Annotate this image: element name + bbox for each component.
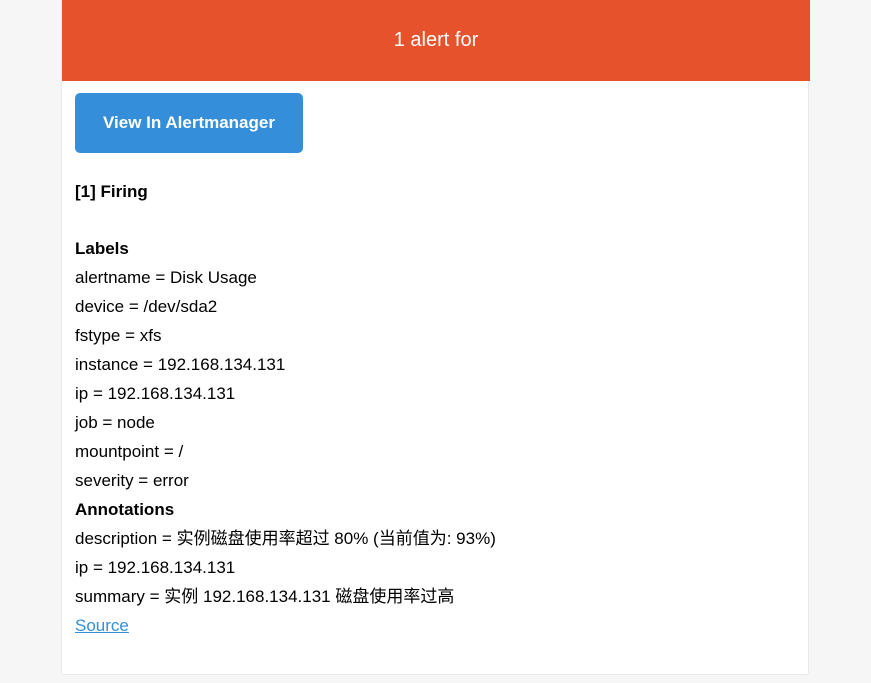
alert-status-heading: [1] Firing bbox=[75, 182, 148, 201]
alert-header: 1 alert for bbox=[62, 0, 810, 81]
source-link[interactable]: Source bbox=[75, 616, 129, 635]
label-item: device = /dev/sda2 bbox=[75, 297, 218, 316]
annotation-item: ip = 192.168.134.131 bbox=[75, 558, 236, 577]
label-item: ip = 192.168.134.131 bbox=[75, 384, 236, 403]
label-item: job = node bbox=[75, 413, 155, 432]
label-item: fstype = xfs bbox=[75, 326, 162, 345]
annotations-heading: Annotations bbox=[75, 500, 175, 519]
alert-email-card: 1 alert for View In Alertmanager [1] Fir… bbox=[61, 0, 810, 675]
label-item: severity = error bbox=[75, 471, 189, 490]
annotation-item: description = 实例磁盘使用率超过 80% (当前值为: 93%) bbox=[75, 529, 496, 548]
labels-section: Labels alertname = Disk Usage device = /… bbox=[75, 234, 795, 640]
annotation-item: summary = 实例 192.168.134.131 磁盘使用率过高 bbox=[75, 587, 455, 606]
view-in-alertmanager-button[interactable]: View In Alertmanager bbox=[75, 93, 303, 153]
label-item: alertname = Disk Usage bbox=[75, 268, 257, 287]
label-item: instance = 192.168.134.131 bbox=[75, 355, 286, 374]
label-item: mountpoint = / bbox=[75, 442, 184, 461]
alert-content: View In Alertmanager [1] Firing Labels a… bbox=[75, 93, 795, 640]
labels-heading: Labels bbox=[75, 239, 129, 258]
alert-header-title: 1 alert for bbox=[393, 29, 479, 51]
